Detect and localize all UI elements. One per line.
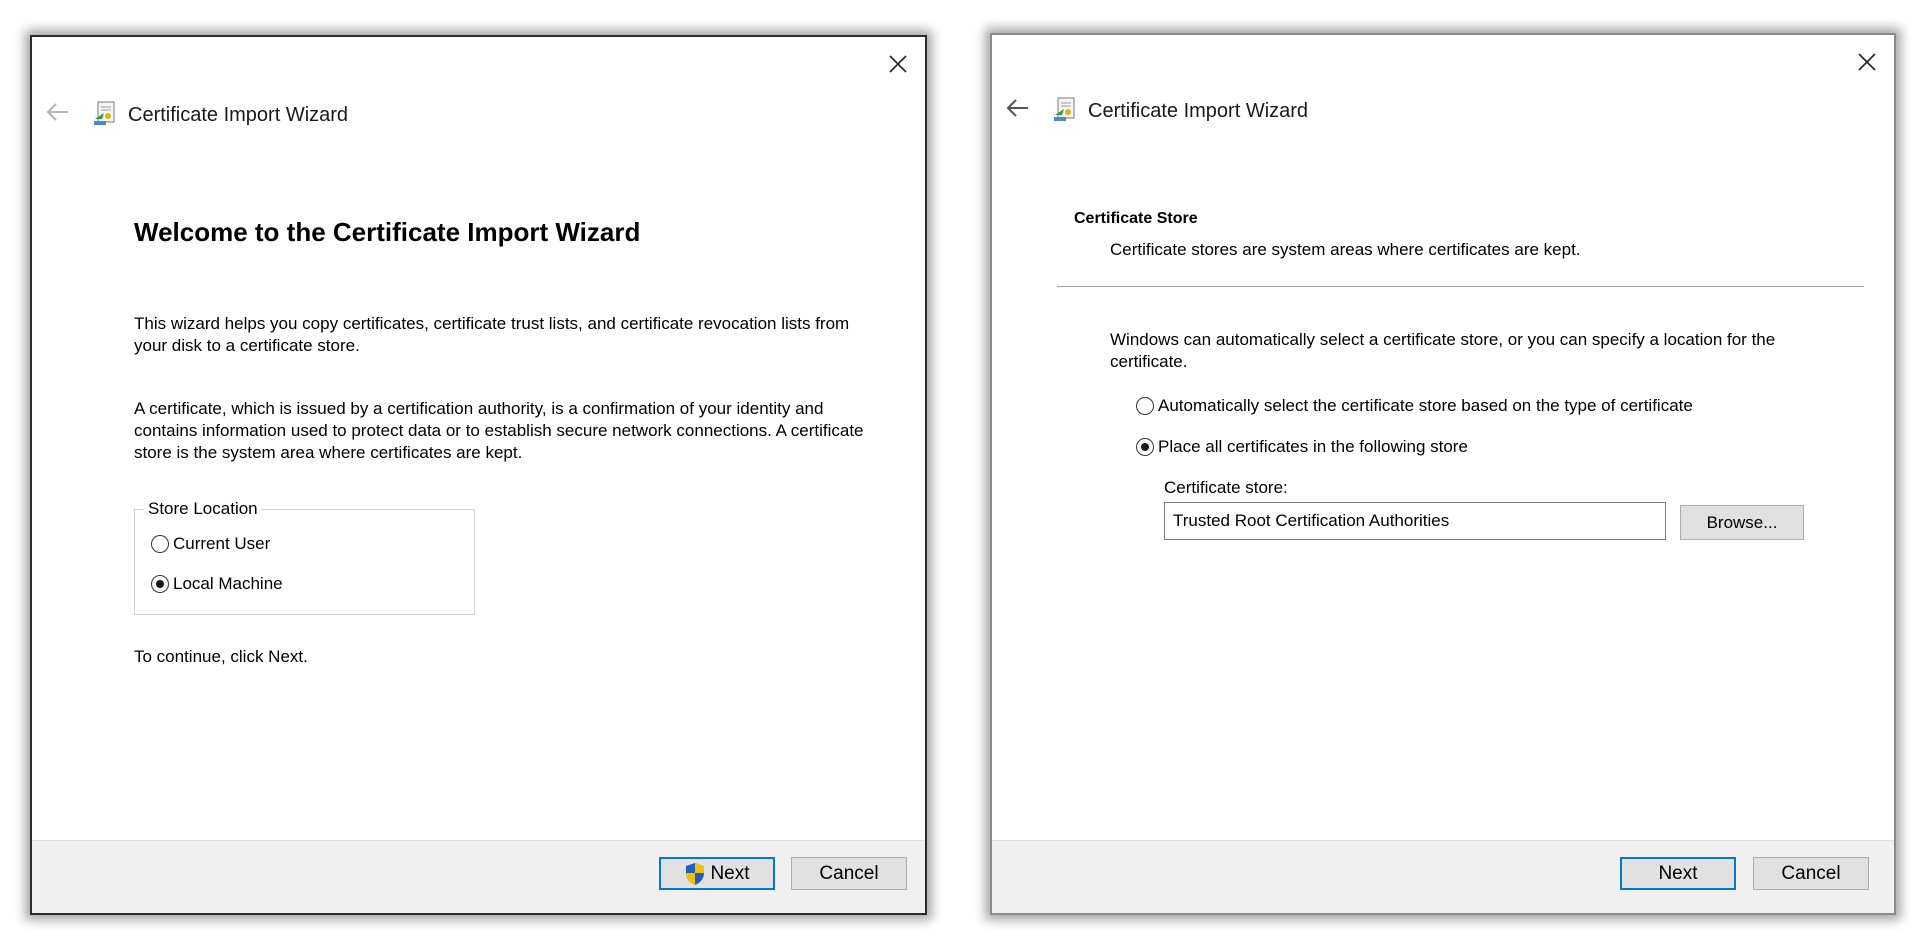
close-icon [1858, 53, 1876, 71]
certificate-store-field[interactable] [1164, 502, 1666, 540]
radio-button[interactable] [151, 535, 169, 553]
radio-label: Local Machine [173, 574, 283, 593]
close-button[interactable] [1854, 49, 1880, 75]
section-subtitle: Certificate stores are system areas wher… [1110, 240, 1581, 259]
store-location-group: Store Location Current User Local Machin… [134, 499, 475, 615]
next-button[interactable]: Next [1620, 857, 1736, 890]
certificate-store-label: Certificate store: [1164, 478, 1288, 497]
browse-button[interactable]: Browse... [1680, 505, 1804, 540]
cancel-button[interactable]: Cancel [1753, 857, 1869, 890]
certificate-description-paragraph: A certificate, which is issued by a cert… [134, 399, 864, 462]
intro-paragraph: This wizard helps you copy certificates,… [134, 314, 850, 355]
close-button[interactable] [885, 51, 911, 77]
radio-button-selected[interactable] [1136, 438, 1154, 456]
back-button[interactable] [44, 101, 72, 123]
section-title: Certificate Store [1074, 210, 1198, 227]
page-heading: Welcome to the Certificate Import Wizard [134, 217, 641, 247]
dialog-footer: Next Cancel [992, 840, 1894, 913]
back-button[interactable] [1004, 97, 1032, 119]
cancel-button[interactable]: Cancel [791, 857, 907, 890]
continue-instruction: To continue, click Next. [134, 647, 308, 666]
close-icon [889, 55, 907, 73]
radio-label: Automatically select the certificate sto… [1158, 396, 1693, 415]
next-button-label: Next [710, 862, 750, 884]
store-selection-paragraph: Windows can automatically select a certi… [1110, 330, 1776, 371]
certificate-import-wizard-store-dialog: Certificate Import Wizard Certificate St… [990, 33, 1896, 915]
certificate-wizard-icon [1054, 97, 1075, 121]
next-button-label: Next [1658, 862, 1698, 884]
browse-button-label: Browse... [1706, 512, 1778, 532]
window-title: Certificate Import Wizard [128, 104, 349, 126]
cancel-button-label: Cancel [819, 862, 879, 884]
cancel-button-label: Cancel [1781, 862, 1841, 884]
radio-automatic-store[interactable]: Automatically select the certificate sto… [1136, 396, 1693, 416]
radio-button[interactable] [1136, 397, 1154, 415]
certificate-wizard-icon [94, 101, 115, 125]
back-arrow-icon [46, 103, 68, 121]
next-button[interactable]: Next [659, 857, 775, 890]
radio-button-selected[interactable] [151, 575, 169, 593]
header-divider [1057, 286, 1864, 287]
dialog-footer: Next Cancel [32, 840, 925, 913]
window-title: Certificate Import Wizard [1088, 100, 1309, 122]
radio-place-in-store[interactable]: Place all certificates in the following … [1136, 437, 1468, 457]
radio-label: Current User [173, 534, 271, 553]
radio-label: Place all certificates in the following … [1158, 437, 1468, 456]
back-arrow-icon [1006, 99, 1028, 117]
uac-shield-icon [686, 862, 705, 885]
store-location-legend: Store Location [145, 499, 261, 519]
radio-current-user[interactable]: Current User [151, 534, 270, 554]
certificate-import-wizard-welcome-dialog: Certificate Import Wizard Welcome to the… [30, 35, 927, 915]
radio-local-machine[interactable]: Local Machine [151, 574, 283, 594]
